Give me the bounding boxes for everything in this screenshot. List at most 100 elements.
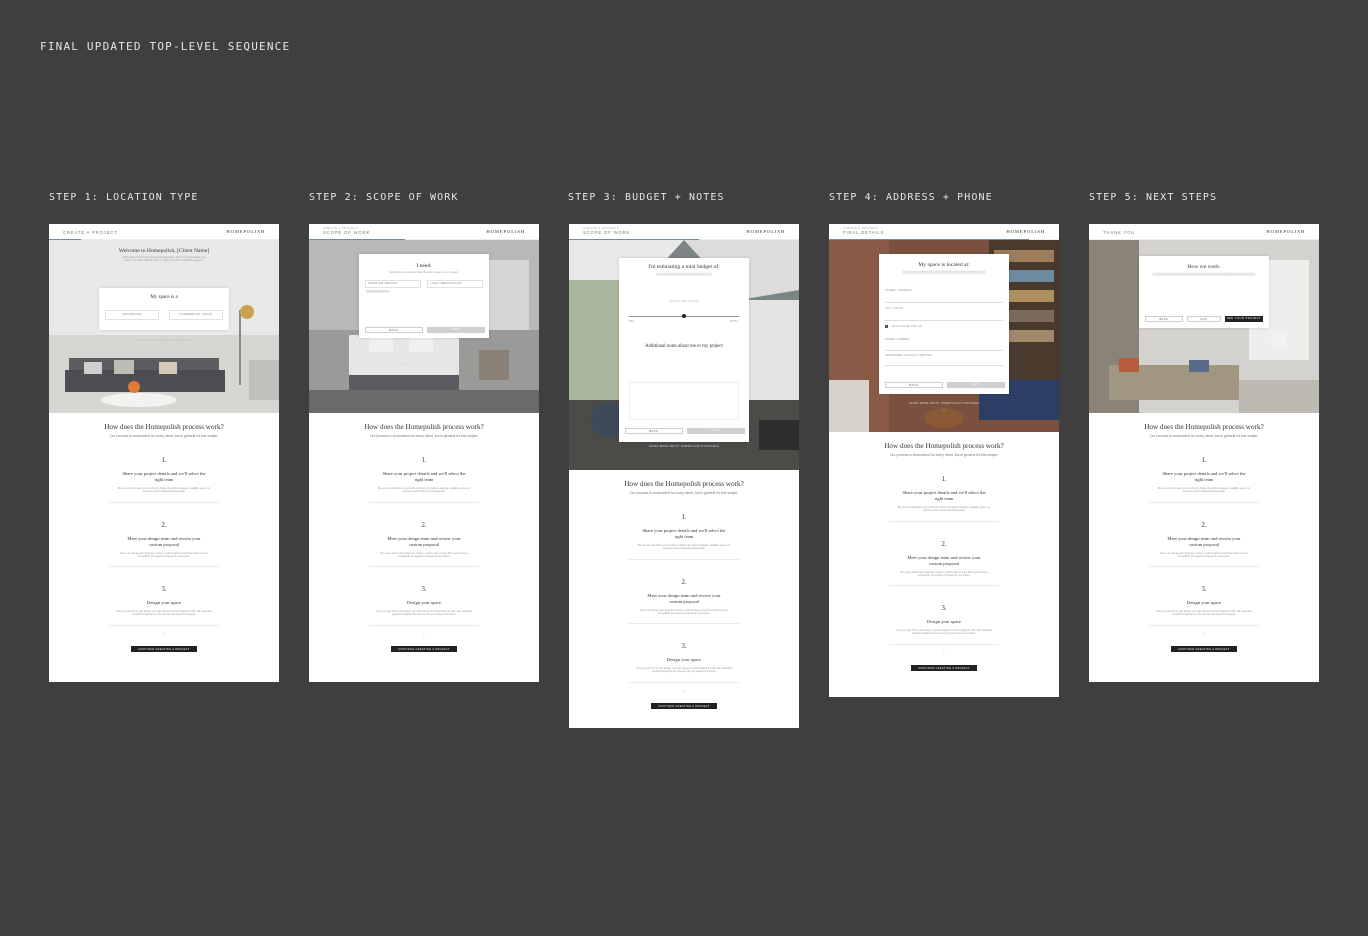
process-step-desc: Once your design team has been chosen, y… [639,608,729,615]
next-button[interactable]: NEXT [427,327,485,333]
continue-project-button[interactable]: CONTINUE CREATING A PROJECT [1171,646,1237,653]
process-title: How does the Homepolish process work? [104,423,224,431]
process-step-number: 1. [161,457,167,464]
street-label: STREET ADDRESS [885,289,913,292]
how-we-work-text: ▒▒▒▒▒▒▒▒▒▒▒▒▒▒▒▒▒▒▒▒▒▒▒▒▒▒▒▒▒▒▒▒▒▒▒▒▒▒▒▒… [1152,273,1256,276]
process-step-number: 3. [421,586,427,594]
card-question: My space is a [150,295,178,300]
welcome-title: Welcome to Homepolish, [Client Name] [118,248,210,254]
next-steps-card: How we work: ▒▒▒▒▒▒▒▒▒▒▒▒▒▒▒▒▒▒▒▒▒▒▒▒▒▒▒… [1139,256,1269,328]
see-project-button[interactable]: SEE YOUR PROJECT [1225,316,1263,322]
step-label-4: STEP 4: ADDRESS + PHONE [829,192,993,203]
step-4-frame: CREATE A PROJECT FINAL DETAILS HOMEPOLIS… [829,224,1059,697]
budget-slider-handle[interactable] [682,314,686,318]
process-step-desc: We use the information you provide to ch… [377,487,471,494]
breadcrumb[interactable]: FINAL DETAILS [843,230,884,235]
next-button[interactable]: NEXT [687,428,745,434]
step-5-frame: THANK YOU HOMEPOLISH How we work: ▒▒▒▒▒▒… [1089,224,1319,682]
chevron-up-icon: ⌃ [1202,632,1206,637]
process-title: How does the Homepolish process work? [884,442,1004,450]
process-step-number: 2. [1201,521,1207,529]
continue-project-button[interactable]: CONTINUE CREATING A PROJECT [911,665,977,672]
outside-us-checkbox[interactable] [885,325,888,328]
slider-max-label: $75K+ [730,320,739,323]
faq-button[interactable]: FAQ [1187,316,1221,322]
brand-logo[interactable]: HOMEPOLISH [1266,229,1305,234]
process-step-number: 2. [161,521,167,529]
process-step-number: 1. [421,457,427,464]
next-button[interactable]: NEXT [947,382,1005,388]
breadcrumb[interactable]: THANK YOU [1103,230,1135,235]
process-step-title: Meet your design team and review your cu… [647,592,721,604]
process-step-title: Meet your design team and review your cu… [127,535,201,547]
brand-logo[interactable]: HOMEPOLISH [486,229,525,234]
process-title: How does the Homepolish process work? [624,480,744,488]
learn-more-link[interactable]: LEARN MORE ABOUT HOMEPOLISH'S PROCESS [309,363,539,366]
process-step-title: Share your project details and we'll sel… [382,471,466,482]
learn-more-link[interactable]: LEARN MORE ABOUT HOMEPOLISH'S PROCESS [829,402,1059,405]
back-button[interactable]: BACK [885,382,943,388]
back-button[interactable]: BACK [1145,316,1183,322]
continue-project-button[interactable]: CONTINUE CREATING A PROJECT [131,646,197,653]
learn-more-link[interactable]: LEARN MORE ABOUT HOMEPOLISH'S PROCESS [569,445,799,448]
continue-project-button[interactable]: CONTINUE CREATING A PROJECT [391,646,457,653]
process-step-desc: We use the information you provide to ch… [637,544,731,551]
option-commercial[interactable]: COMMERCIAL SPACE [169,310,223,320]
option-interior-design[interactable]: INTERIOR DESIGN [365,280,421,288]
process-section: How does the Homepolish process work? Ou… [569,470,799,712]
process-intro: Our process is customized for every clie… [109,434,219,438]
option-residence[interactable]: RESIDENCE [105,310,159,320]
brand-logo[interactable]: HOMEPOLISH [226,229,265,234]
site-header: CREATE A PROJECT SCOPE OF WORK HOMEPOLIS… [309,224,539,240]
chevron-up-icon: ⌃ [942,651,946,656]
process-step-title: Design your space [927,619,961,625]
hero-bedroom: I need: Select the one that best describ… [309,240,539,413]
process-step-desc: Once you sign off on your design, our te… [635,667,733,674]
location-type-card: My space is a RESIDENCE COMMERCIAL SPACE [99,288,229,330]
back-button[interactable]: BACK [365,327,423,333]
process-intro: Our process is customized for every clie… [1149,434,1259,438]
process-step-title: Design your space [1187,600,1221,606]
process-section: How does the Homepolish process work? Ou… [829,432,1059,674]
breadcrumb[interactable]: CREATE A PROJECT [63,230,118,235]
process-step-title: Share your project details and we'll sel… [642,528,726,539]
hero-dining-room: I'm estimating a total budget of: ▒▒▒▒▒▒… [569,240,799,470]
learn-more-link[interactable]: LEARN MORE ABOUT OUR PROCESS [49,339,279,342]
process-step-desc: Once your design team has been chosen, y… [379,551,469,558]
site-header: CREATE A PROJECT HOMEPOLISH [49,224,279,240]
process-section: How does the Homepolish process work? Ou… [49,413,279,655]
process-step-number: 2. [941,540,947,548]
brand-logo[interactable]: HOMEPOLISH [746,229,785,234]
city-input[interactable] [885,320,1003,321]
learn-more-link[interactable]: LEARN MORE ABOUT HOMEPOLISH'S PROCESS [1089,338,1319,341]
option-light-renovation[interactable]: LIGHT RENOVATION [427,280,483,288]
process-step-title: Share your project details and we'll sel… [902,490,986,501]
step-label-2: STEP 2: SCOPE OF WORK [309,192,459,203]
notes-textarea[interactable] [629,382,739,420]
process-step-title: Meet your design team and review your cu… [907,554,981,566]
chevron-up-icon: ⌃ [682,689,686,694]
continue-project-button[interactable]: CONTINUE CREATING A PROJECT [651,703,717,710]
process-step-number: 3. [681,643,687,651]
notes-title: Additional notes about me or my project [645,344,723,349]
process-step-title: Share your project details and we'll sel… [122,471,206,482]
step-3-frame: CREATE A PROJECT SCOPE OF WORK HOMEPOLIS… [569,224,799,728]
brand-logo[interactable]: HOMEPOLISH [1006,229,1045,234]
street-input[interactable] [885,302,1003,303]
breadcrumb[interactable]: SCOPE OF WORK [323,230,370,235]
back-button[interactable]: BACK [625,428,683,434]
phone-label: PHONE NUMBER [885,338,910,341]
phone-input[interactable] [885,350,1003,351]
breadcrumb[interactable]: SCOPE OF WORK [583,230,630,235]
process-step-desc: Once you sign off on your design, our te… [115,610,213,617]
process-step-number: 3. [941,605,947,613]
contact-method-select[interactable] [885,365,1003,366]
process-step-title: Design your space [667,657,701,663]
option-desc-1: ▒▒▒▒▒▒▒▒▒▒▒▒▒▒▒ [366,291,390,293]
step-1-frame: CREATE A PROJECT HOMEPOLISH Welcome to H… [49,224,279,682]
address-intro: ▒▒▒▒▒▒▒▒▒▒▒▒▒▒▒▒▒▒▒▒▒▒▒▒▒▒▒▒▒▒▒▒▒▒▒▒▒▒▒▒… [902,271,986,274]
slider-min-label: $1K [629,320,635,323]
process-step-desc: We use the information you provide to ch… [897,506,991,513]
chevron-up-icon: ⌃ [162,632,166,637]
process-step-desc: Once you sign off on your design, our te… [375,610,473,617]
